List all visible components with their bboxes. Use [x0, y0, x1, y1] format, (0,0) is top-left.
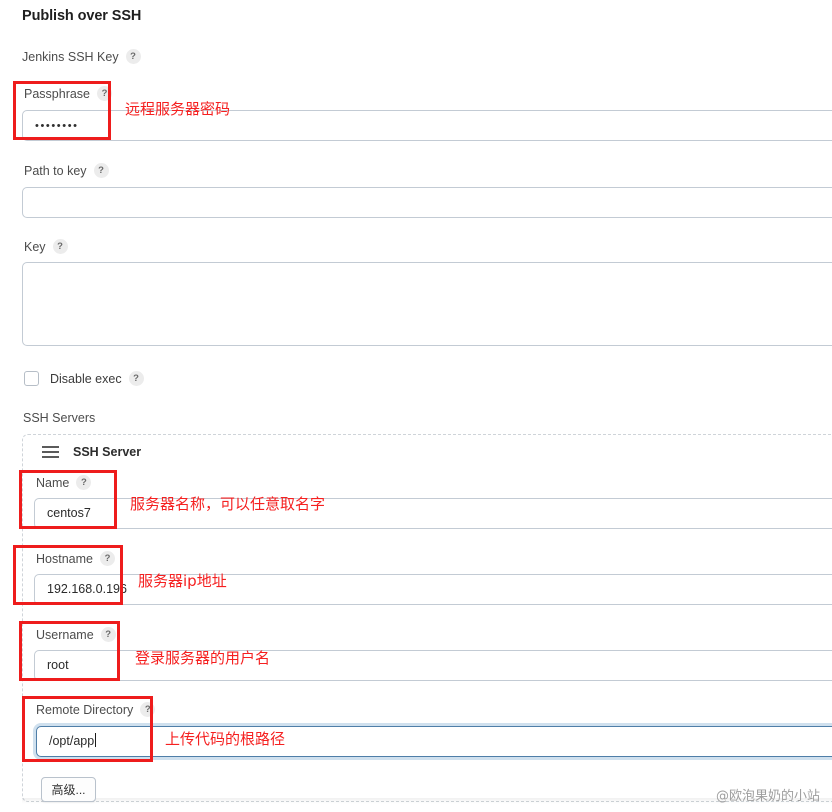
disable-exec-label: Disable exec ?: [50, 371, 144, 386]
ssh-server-panel-title: SSH Server: [73, 445, 142, 459]
ssh-server-panel-header[interactable]: SSH Server: [42, 445, 141, 459]
disable-exec-checkbox[interactable]: [24, 371, 39, 386]
remote-directory-value: /opt/app: [49, 734, 95, 748]
hostname-label-text: Hostname: [36, 551, 93, 566]
path-to-key-label: Path to key ?: [24, 163, 109, 178]
annotation-text-hostname: 服务器ip地址: [138, 572, 227, 590]
name-label-text: Name: [36, 475, 70, 490]
passphrase-label-text: Passphrase: [24, 86, 91, 101]
key-label: Key ?: [24, 239, 68, 254]
username-label: Username ?: [36, 627, 116, 642]
text-caret: [95, 733, 97, 747]
remote-directory-input[interactable]: /opt/app: [36, 726, 832, 757]
ssh-servers-label-text: SSH Servers: [23, 411, 96, 425]
annotation-text-passphrase: 远程服务器密码: [125, 100, 231, 118]
help-icon[interactable]: ?: [125, 49, 141, 64]
username-value: root: [47, 658, 69, 672]
disable-exec-label-text: Disable exec: [50, 371, 122, 386]
key-textarea[interactable]: [22, 262, 832, 346]
help-icon[interactable]: ?: [99, 551, 115, 566]
help-icon[interactable]: ?: [100, 627, 116, 642]
username-label-text: Username: [36, 627, 94, 642]
publish-over-ssh-config-page: Publish over SSH Jenkins SSH Key ? Passp…: [0, 0, 832, 812]
annotation-text-username: 登录服务器的用户名: [135, 649, 271, 667]
path-to-key-input[interactable]: [22, 187, 832, 218]
help-icon[interactable]: ?: [52, 239, 68, 254]
jenkins-ssh-key-label: Jenkins SSH Key ?: [22, 49, 141, 64]
remote-directory-label: Remote Directory ?: [36, 702, 156, 717]
help-icon[interactable]: ?: [140, 702, 156, 717]
hostname-label: Hostname ?: [36, 551, 115, 566]
watermark: @欧泡果奶的小站: [715, 789, 820, 804]
disable-exec-row[interactable]: Disable exec ?: [24, 371, 144, 386]
help-icon[interactable]: ?: [76, 475, 92, 490]
passphrase-value: ••••••••: [35, 120, 79, 132]
drag-handle-icon[interactable]: [42, 446, 59, 458]
help-icon[interactable]: ?: [128, 371, 144, 386]
page-title: Publish over SSH: [22, 8, 142, 24]
help-icon[interactable]: ?: [97, 86, 113, 101]
hostname-value: 192.168.0.196: [47, 582, 127, 596]
panel-bottom-shadow: [22, 798, 832, 804]
passphrase-label: Passphrase ?: [24, 86, 113, 101]
path-to-key-label-text: Path to key: [24, 163, 87, 178]
name-label: Name ?: [36, 475, 92, 490]
ssh-servers-label: SSH Servers: [23, 411, 95, 425]
jenkins-ssh-key-text: Jenkins SSH Key: [22, 49, 119, 64]
annotation-text-remote-directory: 上传代码的根路径: [165, 730, 286, 748]
advanced-button[interactable]: 高级...: [41, 777, 96, 802]
annotation-text-name: 服务器名称，可以任意取名字: [130, 495, 326, 513]
remote-directory-label-text: Remote Directory: [36, 702, 134, 717]
key-label-text: Key: [24, 239, 46, 254]
name-value: centos7: [47, 506, 91, 520]
help-icon[interactable]: ?: [93, 163, 109, 178]
